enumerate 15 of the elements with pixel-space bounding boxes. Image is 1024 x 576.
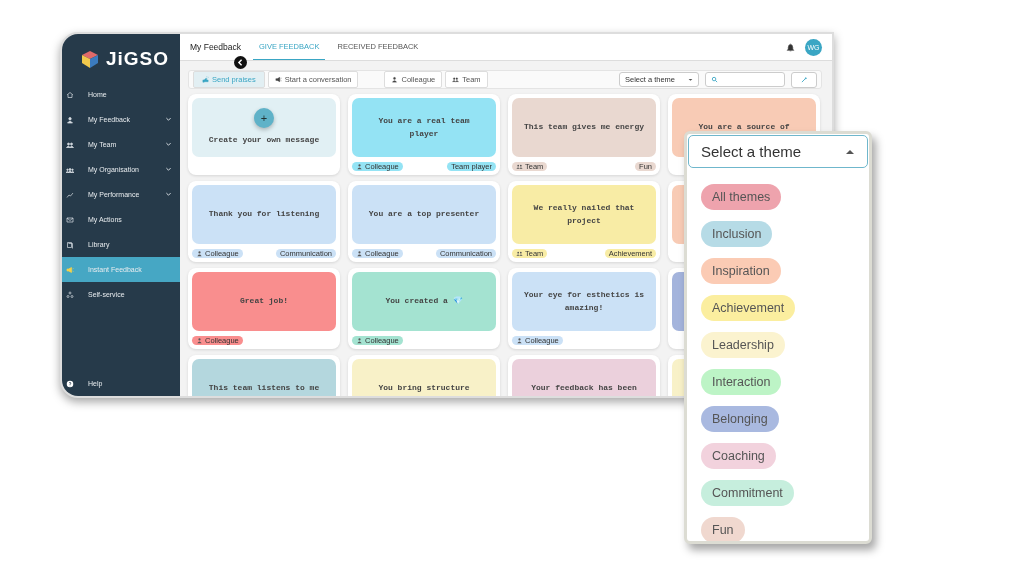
- card-text: Create your own message: [208, 134, 320, 147]
- card-text: We really nailed that project: [532, 201, 636, 227]
- card-text: This team listens to me: [208, 382, 320, 395]
- card-text: You bring structure: [378, 382, 470, 395]
- card-text: Your eye for esthetics is amazing!: [523, 288, 645, 314]
- card-text: Your feedback has been: [531, 382, 637, 395]
- card-text: This team gives me energy: [524, 121, 644, 134]
- card-text: You created a 💎: [385, 295, 463, 308]
- page-title: My Feedback: [190, 42, 242, 52]
- logo-text: JiGSO: [106, 48, 170, 70]
- card-text: Great job!: [240, 295, 288, 308]
- card-text: You are a top presenter: [368, 208, 480, 221]
- card-text: Thank you for listening: [208, 208, 320, 221]
- card-text: You are a real team player: [377, 114, 471, 140]
- card-text: You are a source of: [698, 121, 790, 134]
